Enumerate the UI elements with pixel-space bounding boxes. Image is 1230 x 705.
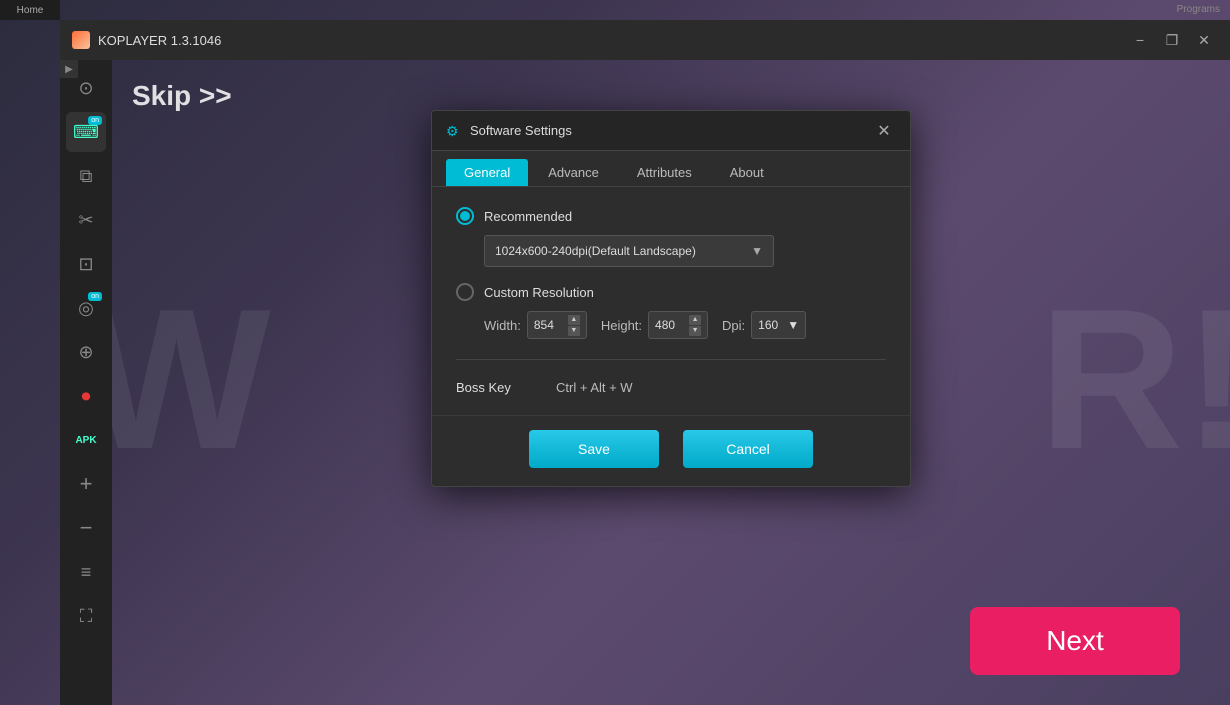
- main-content: Skip >> W R! ⚙ Software Settings ✕ Gener…: [112, 60, 1230, 705]
- recommended-radio[interactable]: [456, 207, 474, 225]
- sidebar-item-scissors[interactable]: ✂: [66, 200, 106, 240]
- expand-sidebar-button[interactable]: ▶: [60, 60, 78, 78]
- height-label: Height:: [601, 318, 642, 333]
- scissors-icon: ✂: [78, 210, 93, 231]
- sidebar-item-fullscreen[interactable]: ⛶: [66, 596, 106, 636]
- sidebar-item-keyboard[interactable]: ⌨ on: [66, 112, 106, 152]
- close-button[interactable]: ✕: [1190, 26, 1218, 54]
- custom-resolution-radio[interactable]: [456, 283, 474, 301]
- width-input[interactable]: 854 ▲ ▼: [527, 311, 587, 339]
- width-field-group: Width: 854 ▲ ▼: [484, 311, 587, 339]
- minimize-button[interactable]: −: [1126, 26, 1154, 54]
- height-field-group: Height: 480 ▲ ▼: [601, 311, 708, 339]
- recommended-option: Recommended: [456, 207, 886, 225]
- cancel-button[interactable]: Cancel: [683, 430, 813, 468]
- title-bar: KOPLAYER 1.3.1046 − ❐ ✕: [60, 20, 1230, 60]
- recommended-label: Recommended: [484, 209, 572, 224]
- sidebar-item-inbox[interactable]: ⊡: [66, 244, 106, 284]
- pacman-icon: ⊙: [78, 78, 93, 99]
- sidebar-item-location[interactable]: ⊕: [66, 332, 106, 372]
- boss-key-value: Ctrl + Alt + W: [556, 380, 633, 395]
- dialog-header: ⚙ Software Settings ✕: [432, 111, 910, 151]
- boss-key-row: Boss Key Ctrl + Alt + W: [456, 380, 886, 395]
- dialog-title: Software Settings: [470, 123, 872, 138]
- resolution-dropdown[interactable]: 1024x600-240dpi(Default Landscape) ▼: [484, 235, 774, 267]
- settings-icon: ⚙: [446, 123, 462, 139]
- minus-icon: −: [80, 515, 93, 541]
- width-label: Width:: [484, 318, 521, 333]
- sidebar-item-minus[interactable]: −: [66, 508, 106, 548]
- width-decrement[interactable]: ▼: [568, 326, 580, 336]
- section-divider: [456, 359, 886, 360]
- custom-resolution-option: Custom Resolution: [456, 283, 886, 301]
- height-increment[interactable]: ▲: [689, 315, 701, 325]
- sidebar-item-search[interactable]: ◎ on: [66, 288, 106, 328]
- tab-about[interactable]: About: [712, 159, 782, 186]
- programs-label: Programs: [1177, 0, 1220, 20]
- dialog-close-button[interactable]: ✕: [872, 119, 896, 143]
- width-spin-buttons: ▲ ▼: [568, 315, 580, 336]
- chevron-right-icon: ▶: [65, 64, 73, 75]
- tab-attributes[interactable]: Attributes: [619, 159, 710, 186]
- height-decrement[interactable]: ▼: [689, 326, 701, 336]
- dpi-label: Dpi:: [722, 318, 745, 333]
- sidebar-item-record[interactable]: ⏺: [66, 376, 106, 416]
- menu-icon: ≡: [81, 562, 92, 583]
- dropdown-arrow-icon: ▼: [751, 244, 763, 258]
- app-title: KOPLAYER 1.3.1046: [98, 33, 1126, 48]
- dpi-dropdown-arrow-icon: ▼: [787, 318, 799, 332]
- height-input[interactable]: 480 ▲ ▼: [648, 311, 708, 339]
- dialog-tabs: General Advance Attributes About: [432, 151, 910, 187]
- app-icon: [72, 31, 90, 49]
- dpi-value: 160: [758, 318, 778, 332]
- search-badge: on: [88, 292, 102, 301]
- copy-icon: ⧉: [80, 166, 93, 187]
- apk-icon: APK: [75, 435, 96, 446]
- height-spin-buttons: ▲ ▼: [689, 315, 701, 336]
- inbox-icon: ⊡: [78, 254, 93, 275]
- window-controls: − ❐ ✕: [1126, 26, 1218, 54]
- fullscreen-icon: ⛶: [80, 606, 93, 627]
- sidebar-item-add[interactable]: +: [66, 464, 106, 504]
- dialog-footer: Save Cancel: [432, 415, 910, 486]
- top-menu: Home: [0, 0, 60, 20]
- recommended-dropdown-row: 1024x600-240dpi(Default Landscape) ▼: [484, 235, 886, 267]
- custom-resolution-label: Custom Resolution: [484, 285, 594, 300]
- sidebar: ⊙ ⌨ on ⧉ ✂ ⊡ ◎ on ⊕ ⏺ APK + − ≡ ⛶: [60, 60, 112, 705]
- keyboard-badge: on: [88, 116, 102, 125]
- custom-resolution-fields: Width: 854 ▲ ▼ Height: 480: [484, 311, 886, 339]
- height-value: 480: [655, 318, 675, 332]
- save-button[interactable]: Save: [529, 430, 659, 468]
- settings-dialog: ⚙ Software Settings ✕ General Advance At…: [431, 110, 911, 487]
- sidebar-item-copy[interactable]: ⧉: [66, 156, 106, 196]
- boss-key-label: Boss Key: [456, 380, 536, 395]
- restore-button[interactable]: ❐: [1158, 26, 1186, 54]
- dpi-field-group: Dpi: 160 ▼: [722, 311, 806, 339]
- dpi-dropdown[interactable]: 160 ▼: [751, 311, 806, 339]
- add-icon: +: [80, 471, 93, 497]
- sidebar-item-apk[interactable]: APK: [66, 420, 106, 460]
- width-value: 854: [534, 318, 554, 332]
- next-button[interactable]: Next: [970, 607, 1180, 675]
- location-icon: ⊕: [78, 342, 93, 363]
- dialog-body: Recommended 1024x600-240dpi(Default Land…: [432, 187, 910, 415]
- tab-advance[interactable]: Advance: [530, 159, 617, 186]
- tab-general[interactable]: General: [446, 159, 528, 186]
- record-icon: ⏺: [82, 386, 91, 407]
- sidebar-item-menu[interactable]: ≡: [66, 552, 106, 592]
- home-label: Home: [17, 5, 44, 16]
- width-increment[interactable]: ▲: [568, 315, 580, 325]
- resolution-dropdown-value: 1024x600-240dpi(Default Landscape): [495, 244, 696, 258]
